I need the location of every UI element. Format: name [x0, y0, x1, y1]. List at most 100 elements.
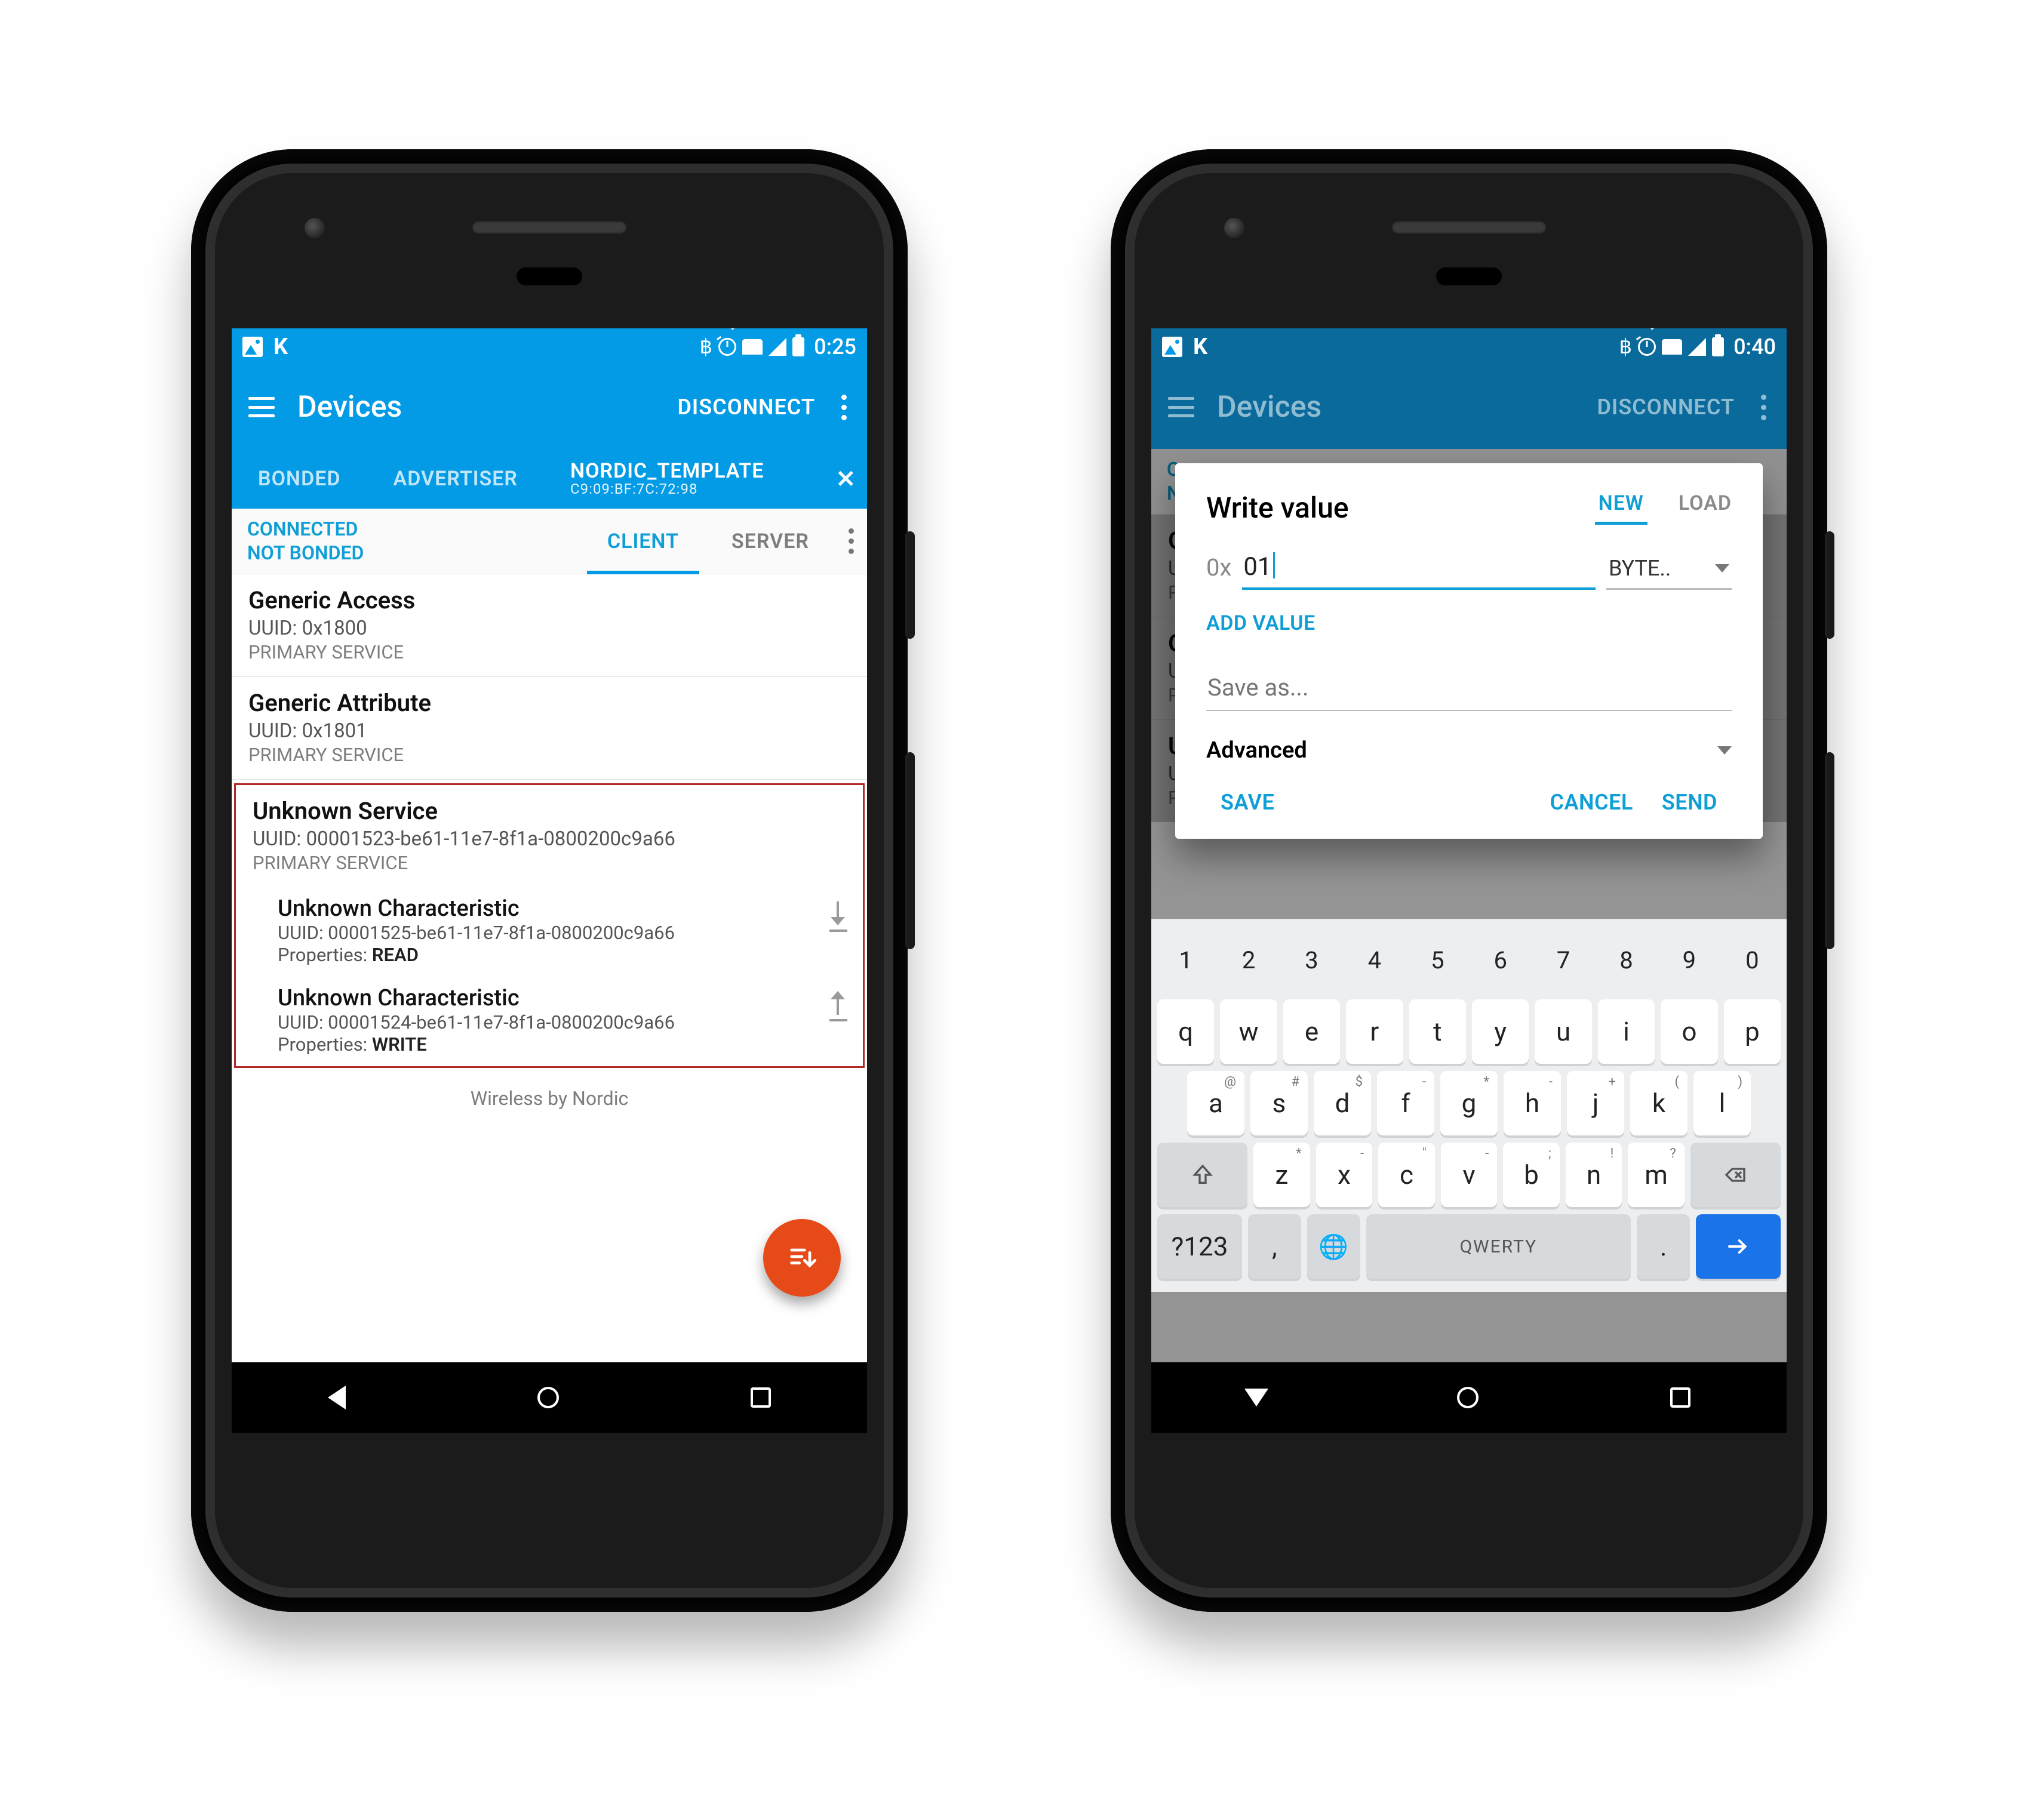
key-v[interactable]: v-: [1441, 1143, 1498, 1207]
save-as-input[interactable]: [1206, 669, 1732, 711]
key-2[interactable]: 2: [1220, 928, 1277, 992]
key-u[interactable]: u: [1535, 999, 1591, 1064]
key-comma[interactable]: ,: [1248, 1214, 1301, 1279]
fab-log-button[interactable]: [763, 1219, 841, 1297]
key-e[interactable]: e: [1283, 999, 1340, 1064]
nav-recents-icon[interactable]: [751, 1387, 771, 1408]
dialog-save-button[interactable]: SAVE: [1206, 784, 1289, 821]
highlighted-service-box: Unknown Service UUID: 00001523-be61-11e7…: [234, 783, 865, 1068]
key-8[interactable]: 8: [1598, 928, 1655, 992]
service-item[interactable]: Generic Attribute UUID: 0x1801 PRIMARY S…: [232, 677, 867, 780]
connection-status-line2: NOT BONDED: [247, 541, 401, 565]
key-g[interactable]: g*: [1440, 1071, 1498, 1135]
clock: 0:40: [1733, 334, 1776, 359]
nav-recents-icon[interactable]: [1670, 1387, 1690, 1408]
connection-status-line1: CONNECTED: [247, 517, 401, 541]
subtab-overflow-icon[interactable]: [835, 528, 867, 554]
key-c[interactable]: c": [1378, 1143, 1435, 1207]
key-0[interactable]: 0: [1724, 928, 1781, 992]
advanced-label: Advanced: [1206, 737, 1307, 764]
key-w[interactable]: w: [1220, 999, 1277, 1064]
dialog-tab-load[interactable]: LOAD: [1679, 491, 1732, 525]
add-value-button[interactable]: ADD VALUE: [1206, 611, 1732, 635]
bluetooth-icon: ฿: [699, 335, 712, 359]
key-b[interactable]: b;: [1503, 1143, 1560, 1207]
key-6[interactable]: 6: [1472, 928, 1529, 992]
nav-home-icon[interactable]: [537, 1387, 559, 1408]
key-4[interactable]: 4: [1346, 928, 1403, 992]
nav-back-icon[interactable]: [328, 1386, 346, 1409]
key-t[interactable]: t: [1409, 999, 1466, 1064]
key-j[interactable]: j+: [1567, 1071, 1624, 1135]
read-icon[interactable]: [829, 901, 847, 932]
key-x[interactable]: x-: [1316, 1143, 1373, 1207]
key-3[interactable]: 3: [1283, 928, 1340, 992]
dialog-send-button[interactable]: SEND: [1648, 784, 1732, 821]
key-y[interactable]: y: [1472, 999, 1529, 1064]
disconnect-button[interactable]: DISCONNECT: [677, 395, 815, 420]
key-shift[interactable]: [1157, 1143, 1247, 1207]
key-k[interactable]: k(: [1630, 1071, 1688, 1135]
key-backspace[interactable]: [1690, 1143, 1781, 1207]
key-enter[interactable]: [1696, 1214, 1781, 1279]
write-icon[interactable]: [829, 991, 847, 1021]
key-1[interactable]: 1: [1157, 928, 1214, 992]
key-language[interactable]: 🌐: [1307, 1214, 1360, 1279]
service-type: PRIMARY SERVICE: [248, 641, 850, 663]
key-i[interactable]: i: [1598, 999, 1655, 1064]
key-s[interactable]: s#: [1250, 1071, 1308, 1135]
tab-bonded[interactable]: BONDED: [232, 449, 367, 509]
key-q[interactable]: q: [1157, 999, 1214, 1064]
volume-button[interactable]: [905, 752, 915, 949]
app-notification-icon: K: [273, 334, 288, 360]
key-a[interactable]: a@: [1187, 1071, 1244, 1135]
nav-hide-keyboard-icon[interactable]: [1244, 1389, 1268, 1406]
subtab-client[interactable]: CLIENT: [581, 509, 705, 574]
power-button[interactable]: [905, 531, 915, 639]
characteristic-props-label: Properties:: [278, 944, 372, 966]
key-n[interactable]: n!: [1566, 1143, 1622, 1207]
chevron-down-icon: [1717, 746, 1732, 755]
dialog-tab-new[interactable]: NEW: [1599, 491, 1644, 525]
key-space[interactable]: QWERTY: [1366, 1214, 1631, 1279]
characteristic-item[interactable]: Unknown Characteristic UUID: 00001524-be…: [236, 977, 863, 1066]
close-tab-icon[interactable]: ✕: [835, 465, 856, 493]
tab-advertiser[interactable]: ADVERTISER: [367, 449, 544, 509]
key-r[interactable]: r: [1346, 999, 1403, 1064]
type-select[interactable]: BYTE..: [1606, 552, 1732, 590]
power-button[interactable]: [1825, 531, 1834, 639]
characteristic-item[interactable]: Unknown Characteristic UUID: 00001525-be…: [236, 887, 863, 977]
characteristic-uuid: UUID: 00001525-be61-11e7-8f1a-0800200c9a…: [278, 922, 846, 944]
dialog-cancel-button[interactable]: CANCEL: [1535, 784, 1647, 821]
key-o[interactable]: o: [1661, 999, 1717, 1064]
type-select-label: BYTE..: [1609, 556, 1671, 581]
service-item[interactable]: Unknown Service UUID: 00001523-be61-11e7…: [236, 785, 863, 887]
nav-home-icon[interactable]: [1457, 1387, 1479, 1408]
key-period[interactable]: .: [1637, 1214, 1690, 1279]
phone-bezel: [1111, 149, 1827, 328]
overflow-menu-icon[interactable]: [838, 395, 850, 420]
value-input[interactable]: 01: [1242, 549, 1596, 590]
key-l[interactable]: l): [1693, 1071, 1751, 1135]
key-d[interactable]: d$: [1314, 1071, 1371, 1135]
service-item[interactable]: Generic Access UUID: 0x1800 PRIMARY SERV…: [232, 574, 867, 677]
proximity-sensor: [517, 267, 582, 285]
key-h[interactable]: h-: [1504, 1071, 1561, 1135]
menu-icon[interactable]: [248, 397, 275, 417]
volume-button[interactable]: [1825, 752, 1834, 949]
key-symbols[interactable]: ?123: [1157, 1214, 1242, 1279]
key-f[interactable]: f-: [1377, 1071, 1434, 1135]
advanced-expander[interactable]: Advanced: [1206, 737, 1732, 764]
key-p[interactable]: p: [1724, 999, 1781, 1064]
key-5[interactable]: 5: [1409, 928, 1466, 992]
key-z[interactable]: z*: [1253, 1143, 1310, 1207]
subtab-server[interactable]: SERVER: [705, 509, 835, 574]
service-name: Generic Attribute: [248, 689, 850, 717]
tab-device-active[interactable]: NORDIC_TEMPLATE C9:09:BF:7C:72:98 ✕: [544, 449, 867, 509]
key-m[interactable]: m?: [1628, 1143, 1685, 1207]
key-9[interactable]: 9: [1661, 928, 1717, 992]
service-name: Generic Access: [248, 586, 850, 614]
services-list[interactable]: Generic Access UUID: 0x1800 PRIMARY SERV…: [232, 574, 867, 1362]
proximity-sensor: [1436, 267, 1502, 285]
key-7[interactable]: 7: [1535, 928, 1591, 992]
